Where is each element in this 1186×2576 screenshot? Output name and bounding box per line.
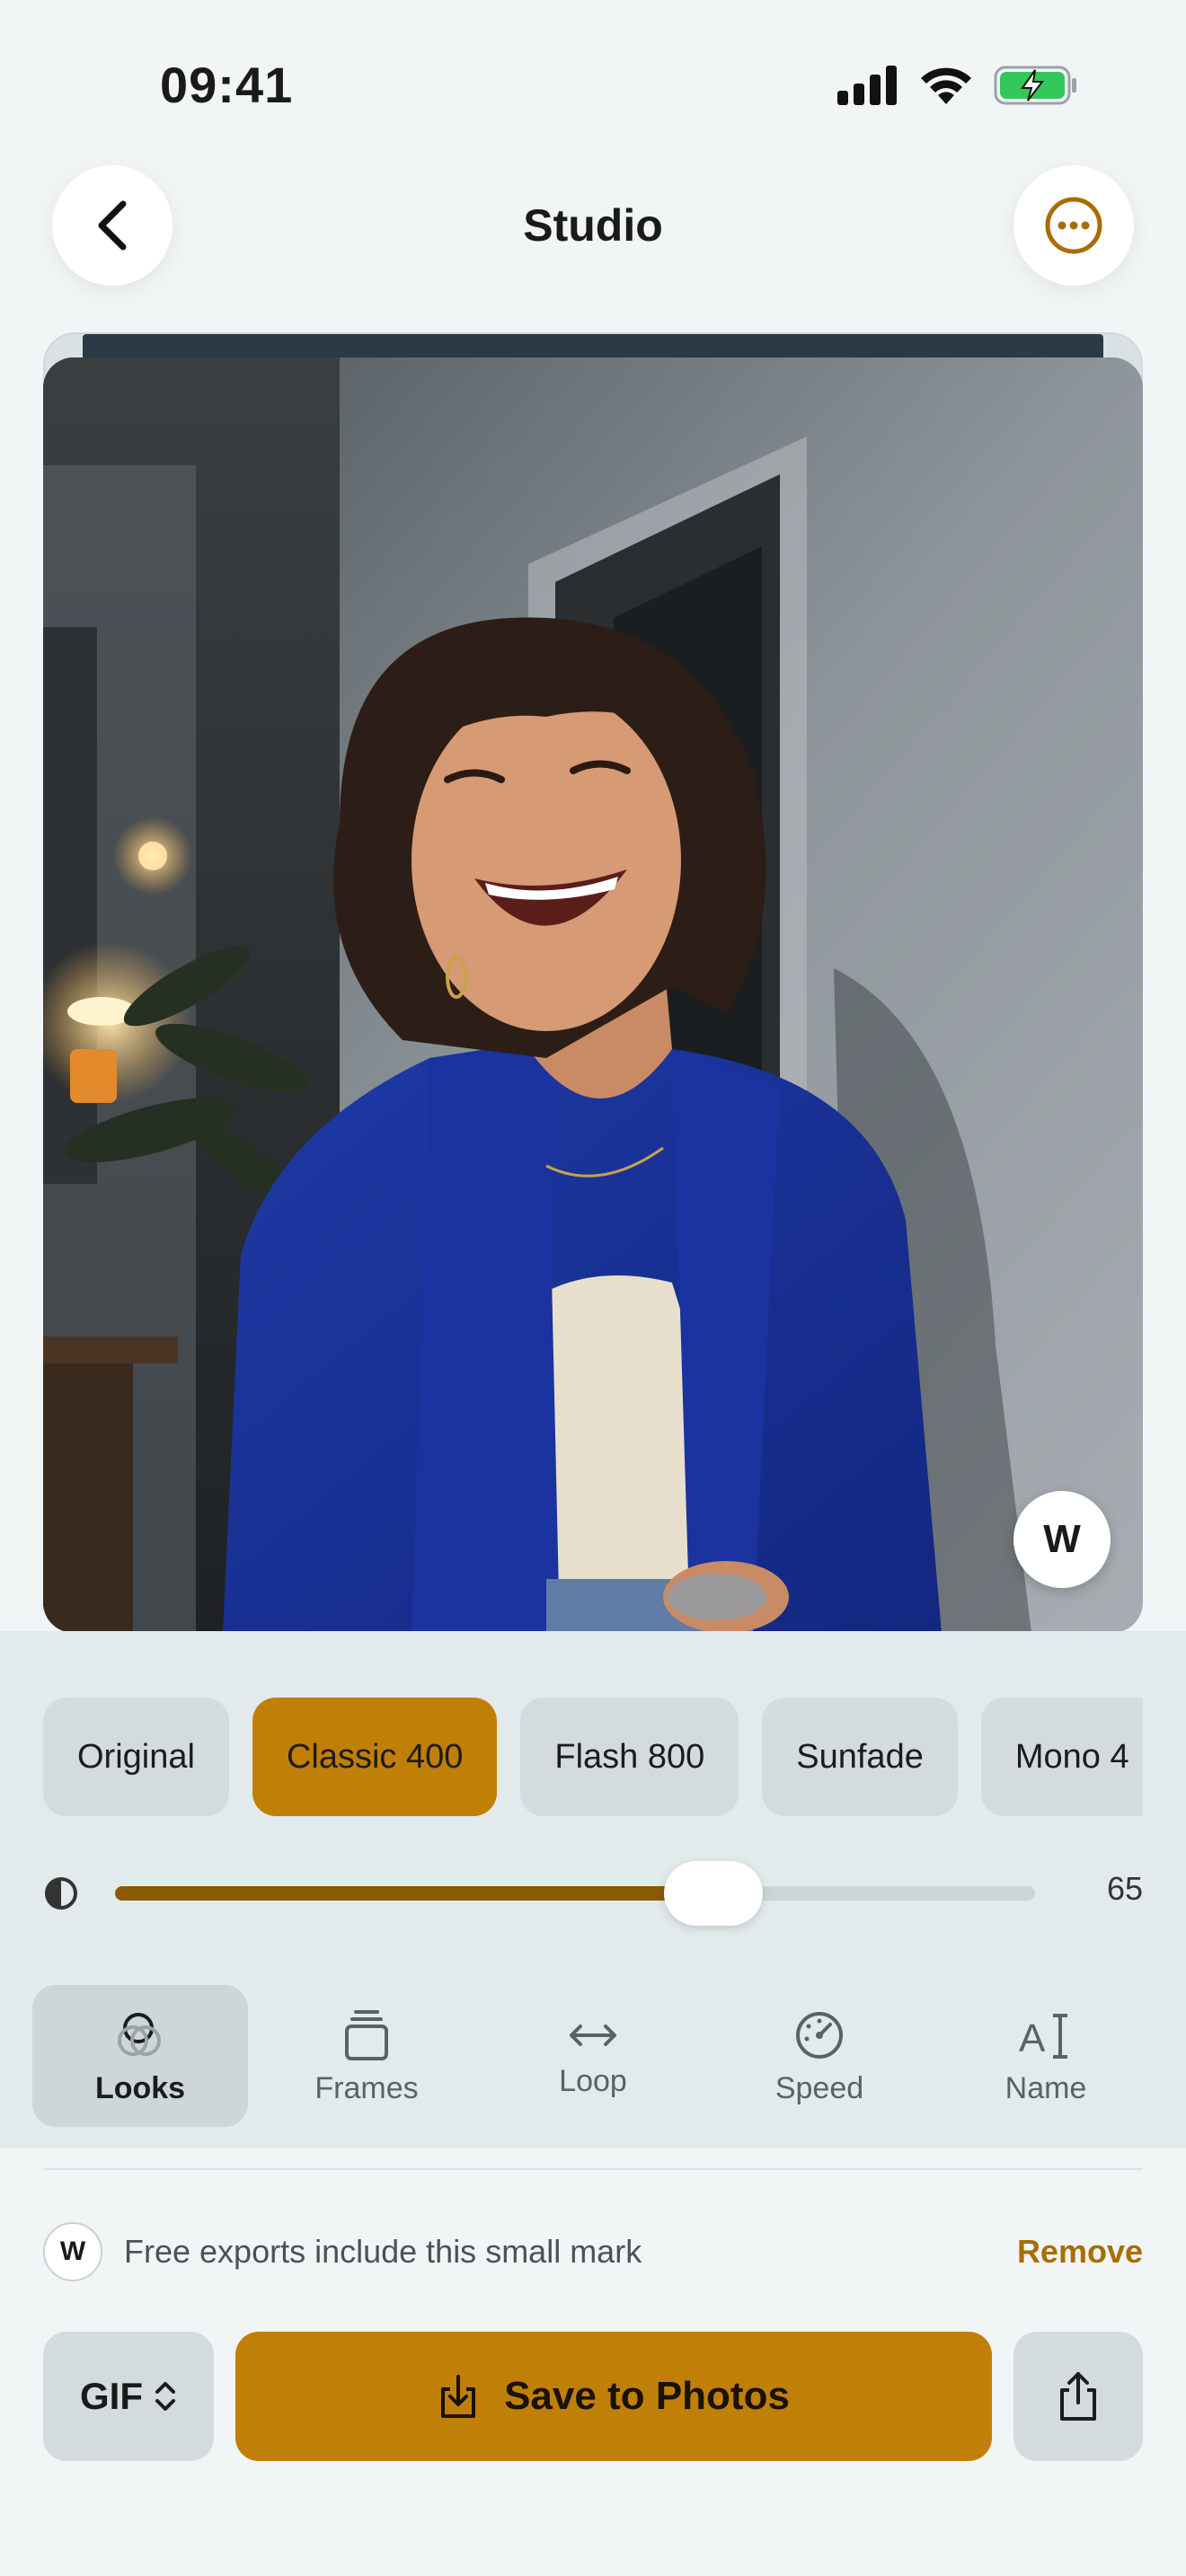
status-icons xyxy=(837,65,1078,106)
intensity-slider-row: 65 xyxy=(43,1850,1143,1936)
status-bar: 09:41 xyxy=(0,0,1186,171)
chevron-up-down-icon xyxy=(155,2382,175,2411)
tab-name[interactable]: A Name xyxy=(938,1985,1154,2127)
intensity-slider-thumb[interactable] xyxy=(663,1861,763,1926)
photo-watermark-badge[interactable]: W xyxy=(1013,1491,1111,1588)
watermark-notice: W Free exports include this small mark R… xyxy=(43,2222,1143,2281)
tab-looks[interactable]: Looks xyxy=(32,1985,248,2127)
photo-preview[interactable] xyxy=(43,357,1143,1633)
save-button-label: Save to Photos xyxy=(504,2374,790,2418)
look-chip-original[interactable]: Original xyxy=(43,1698,229,1816)
intensity-slider[interactable] xyxy=(115,1861,1035,1926)
look-chip-classic-400[interactable]: Classic 400 xyxy=(252,1698,498,1816)
wifi-icon xyxy=(921,67,971,104)
format-selector[interactable]: GIF xyxy=(43,2332,214,2461)
cellular-signal-icon xyxy=(837,66,897,105)
look-chip-sunfade[interactable]: Sunfade xyxy=(762,1698,958,1816)
looks-icon xyxy=(118,2012,161,2056)
share-icon xyxy=(1060,2372,1096,2421)
more-options-button[interactable] xyxy=(1013,165,1134,286)
tab-frames-label: Frames xyxy=(314,2070,419,2105)
remove-watermark-link[interactable]: Remove xyxy=(1017,2233,1143,2271)
photo-stack-edge xyxy=(83,334,1103,357)
speed-icon xyxy=(796,2011,843,2059)
look-chip-flash-800[interactable]: Flash 800 xyxy=(520,1698,739,1816)
export-actions: GIF Save to Photos xyxy=(43,2332,1143,2461)
page-title: Studio xyxy=(523,200,663,251)
save-to-photos-button[interactable]: Save to Photos xyxy=(235,2332,992,2461)
download-icon xyxy=(441,2375,476,2418)
editor-tab-bar: Looks Frames Loop Speed A Name xyxy=(32,1985,1154,2127)
svg-text:A: A xyxy=(1019,2016,1046,2060)
tab-looks-label: Looks xyxy=(94,2070,186,2105)
loop-icon xyxy=(570,2024,616,2046)
tab-speed[interactable]: Speed xyxy=(712,1985,927,2127)
tab-name-label: Name xyxy=(1005,2070,1087,2105)
edit-controls-panel: Original Classic 400 Flash 800 Sunfade M… xyxy=(0,1631,1186,2148)
tab-loop[interactable]: Loop xyxy=(485,1985,701,2127)
portrait-photo xyxy=(43,357,1143,1633)
status-time: 09:41 xyxy=(160,57,294,113)
intensity-value: 65 xyxy=(1106,1870,1143,1907)
more-horizontal-icon xyxy=(1045,197,1102,254)
contrast-icon xyxy=(45,1877,77,1910)
text-name-icon: A xyxy=(1019,2013,1067,2060)
tab-frames[interactable]: Frames xyxy=(259,1985,474,2127)
look-chip-mono[interactable]: Mono 4 xyxy=(980,1698,1143,1816)
watermark-mark-badge: W xyxy=(43,2222,102,2281)
looks-chip-list[interactable]: Original Classic 400 Flash 800 Sunfade M… xyxy=(43,1698,1143,1816)
share-button[interactable] xyxy=(1013,2332,1143,2461)
tab-speed-label: Speed xyxy=(774,2070,864,2105)
watermark-notice-text: Free exports include this small mark xyxy=(124,2233,642,2270)
tab-loop-label: Loop xyxy=(559,2063,627,2098)
divider xyxy=(43,2168,1143,2170)
battery-charging-icon xyxy=(994,66,1076,105)
intensity-slider-fill xyxy=(115,1886,713,1901)
frames-icon xyxy=(345,2009,388,2060)
format-label: GIF xyxy=(80,2375,143,2417)
